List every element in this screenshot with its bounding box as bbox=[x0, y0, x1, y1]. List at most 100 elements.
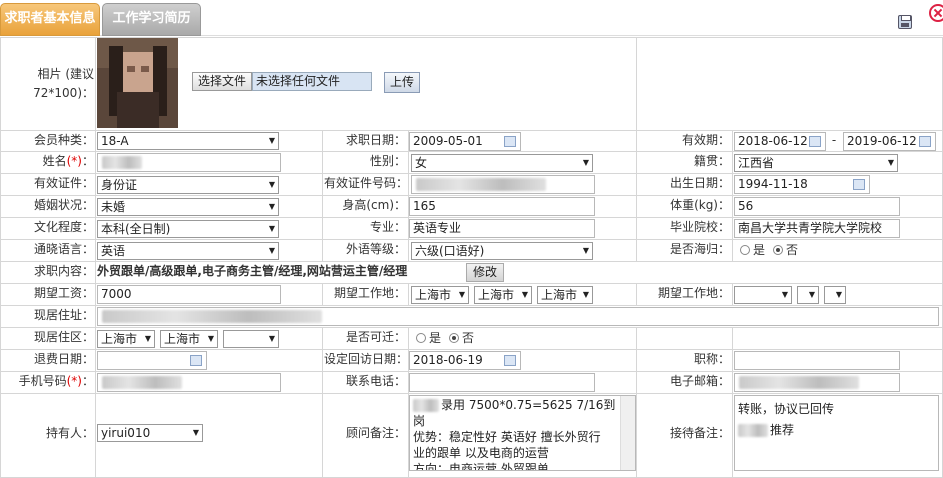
origin-label: 籍贯： bbox=[693, 154, 730, 168]
overseas-no-label: 否 bbox=[786, 243, 799, 257]
job-seeker-form: 相片 (建议72*100)： 选择文件 未选择任何文件 上传 会员种类： 18-… bbox=[0, 37, 943, 478]
upload-button[interactable]: 上传 bbox=[384, 72, 420, 93]
job-title-label: 职称： bbox=[693, 352, 730, 366]
refund-date-label: 退费日期： bbox=[33, 352, 94, 366]
calendar-icon[interactable] bbox=[919, 136, 931, 147]
holder-select[interactable]: yirui010 bbox=[97, 424, 203, 442]
overseas-label: 是否海归： bbox=[669, 242, 730, 256]
accessible-yes-label: 是 bbox=[429, 331, 442, 345]
gender-select[interactable]: 女 bbox=[411, 154, 593, 172]
valid-sep: - bbox=[831, 133, 837, 147]
member-type-label: 会员种类： bbox=[33, 133, 94, 147]
save-icon[interactable] bbox=[898, 15, 912, 29]
marital-select[interactable]: 未婚 bbox=[97, 198, 279, 216]
overseas-no-radio[interactable] bbox=[773, 245, 783, 255]
calendar-icon[interactable] bbox=[809, 136, 821, 147]
job-title-input[interactable] bbox=[734, 351, 900, 370]
mobile-input[interactable] bbox=[97, 373, 281, 392]
language-select[interactable]: 英语 bbox=[97, 242, 279, 260]
apply-date-input[interactable]: 2009-05-01 bbox=[409, 132, 521, 151]
address-input[interactable] bbox=[97, 307, 939, 326]
mobile-label: 手机号码(*)： bbox=[18, 374, 94, 388]
salary-input[interactable]: 7000 bbox=[97, 285, 281, 304]
id-type-label: 有效证件： bbox=[33, 176, 94, 190]
photo-thumbnail bbox=[97, 38, 178, 128]
choose-file-button[interactable]: 选择文件 bbox=[192, 72, 252, 91]
refund-date-input[interactable] bbox=[97, 351, 207, 370]
work-place2-select-1[interactable] bbox=[734, 286, 792, 304]
name-label: 姓名(*)： bbox=[42, 154, 94, 168]
tab-bar: 求职者基本信息 工作学习简历 bbox=[0, 0, 943, 36]
residence-select-1[interactable]: 上海市 bbox=[97, 330, 155, 348]
valid-period-label: 有效期： bbox=[681, 133, 730, 147]
id-type-select[interactable]: 身份证 bbox=[97, 176, 279, 194]
photo-label: 相片 (建议72*100)： bbox=[33, 67, 94, 100]
work-place-label: 期望工作地： bbox=[333, 286, 406, 300]
residence-select-2[interactable]: 上海市 bbox=[160, 330, 218, 348]
tab-basic-info[interactable]: 求职者基本信息 bbox=[0, 3, 100, 36]
education-label: 文化程度： bbox=[33, 220, 94, 234]
id-number-input[interactable] bbox=[411, 175, 595, 194]
email-input[interactable] bbox=[734, 373, 900, 392]
valid-from-input[interactable]: 2018-06-12 bbox=[734, 132, 826, 151]
calendar-icon[interactable] bbox=[853, 179, 865, 190]
modify-button[interactable]: 修改 bbox=[466, 263, 504, 282]
person-photo-icon bbox=[97, 38, 178, 128]
accessible-yes-radio[interactable] bbox=[416, 333, 426, 343]
tab-work-study-resume[interactable]: 工作学习简历 bbox=[102, 3, 201, 36]
work-place-select-2[interactable]: 上海市 bbox=[474, 286, 532, 304]
salary-label: 期望工资： bbox=[33, 286, 94, 300]
accessible-no-label: 否 bbox=[462, 331, 475, 345]
height-label: 身高(cm)： bbox=[342, 198, 406, 212]
visit-date-input[interactable]: 2018-06-19 bbox=[409, 351, 521, 370]
residence-select-3[interactable] bbox=[223, 330, 279, 348]
school-input[interactable]: 南昌大学共青学院大学院校 bbox=[734, 219, 900, 238]
height-input[interactable]: 165 bbox=[409, 197, 595, 216]
work-place-select-3[interactable]: 上海市 bbox=[537, 286, 593, 304]
member-type-select[interactable]: 18-A bbox=[97, 132, 279, 150]
reception-note-textarea[interactable]: 转账，协议已回传 推荐 bbox=[734, 395, 939, 471]
gender-label: 性别： bbox=[369, 154, 406, 168]
phone-input[interactable] bbox=[409, 373, 595, 392]
address-label: 现居住址： bbox=[33, 308, 94, 322]
advisor-note-line: 优势：稳定性好 英语好 擅长外贸行 bbox=[413, 430, 601, 444]
overseas-yes-label: 是 bbox=[753, 243, 766, 257]
reception-note-label: 接待备注： bbox=[669, 426, 730, 440]
weight-input[interactable]: 56 bbox=[734, 197, 900, 216]
language-level-label: 外语等级： bbox=[345, 242, 406, 256]
email-label: 电子邮箱： bbox=[669, 374, 730, 388]
close-icon[interactable] bbox=[929, 4, 943, 22]
overseas-yes-radio[interactable] bbox=[740, 245, 750, 255]
residence-label: 现居住区： bbox=[33, 330, 94, 344]
work-place2-select-2[interactable] bbox=[797, 286, 819, 304]
apply-date-label: 求职日期： bbox=[345, 133, 406, 147]
advisor-note-textarea[interactable]: 录用 7500*0.75=5625 7/16到 岗 优势：稳定性好 英语好 擅长… bbox=[409, 395, 636, 471]
job-content-label: 求职内容： bbox=[33, 264, 94, 278]
advisor-note-label: 顾问备注： bbox=[345, 426, 406, 440]
advisor-note-scrollbar[interactable] bbox=[620, 396, 635, 470]
name-input[interactable] bbox=[97, 153, 281, 172]
advisor-note-line: 业的跟单 以及电商的运营 bbox=[413, 446, 549, 460]
accessible-label: 是否可迁： bbox=[345, 330, 406, 344]
valid-to-input[interactable]: 2019-06-12 bbox=[843, 132, 936, 151]
language-level-select[interactable]: 六级(口语好) bbox=[411, 242, 593, 260]
weight-label: 体重(kg)： bbox=[670, 198, 730, 212]
advisor-note-line: 方向：电商运营 外贸跟单 bbox=[413, 462, 549, 471]
advisor-note-line: 录用 7500*0.75=5625 7/16到 bbox=[441, 398, 616, 412]
work-place2-select-3[interactable] bbox=[824, 286, 846, 304]
holder-label: 持有人： bbox=[45, 426, 94, 440]
calendar-icon[interactable] bbox=[504, 355, 516, 366]
education-select[interactable]: 本科(全日制) bbox=[97, 220, 279, 238]
no-file-text: 未选择任何文件 bbox=[252, 72, 372, 91]
calendar-icon[interactable] bbox=[190, 355, 202, 366]
major-label: 专业： bbox=[369, 220, 406, 234]
birth-date-label: 出生日期： bbox=[669, 176, 730, 190]
birth-date-input[interactable]: 1994-11-18 bbox=[734, 175, 870, 194]
id-number-label: 有效证件号码： bbox=[324, 176, 409, 190]
accessible-no-radio[interactable] bbox=[449, 333, 459, 343]
major-input[interactable]: 英语专业 bbox=[409, 219, 595, 238]
origin-select[interactable]: 江西省 bbox=[734, 154, 898, 172]
visit-date-label: 设定回访日期： bbox=[324, 352, 409, 366]
calendar-icon[interactable] bbox=[504, 136, 516, 147]
work-place-select-1[interactable]: 上海市 bbox=[411, 286, 469, 304]
